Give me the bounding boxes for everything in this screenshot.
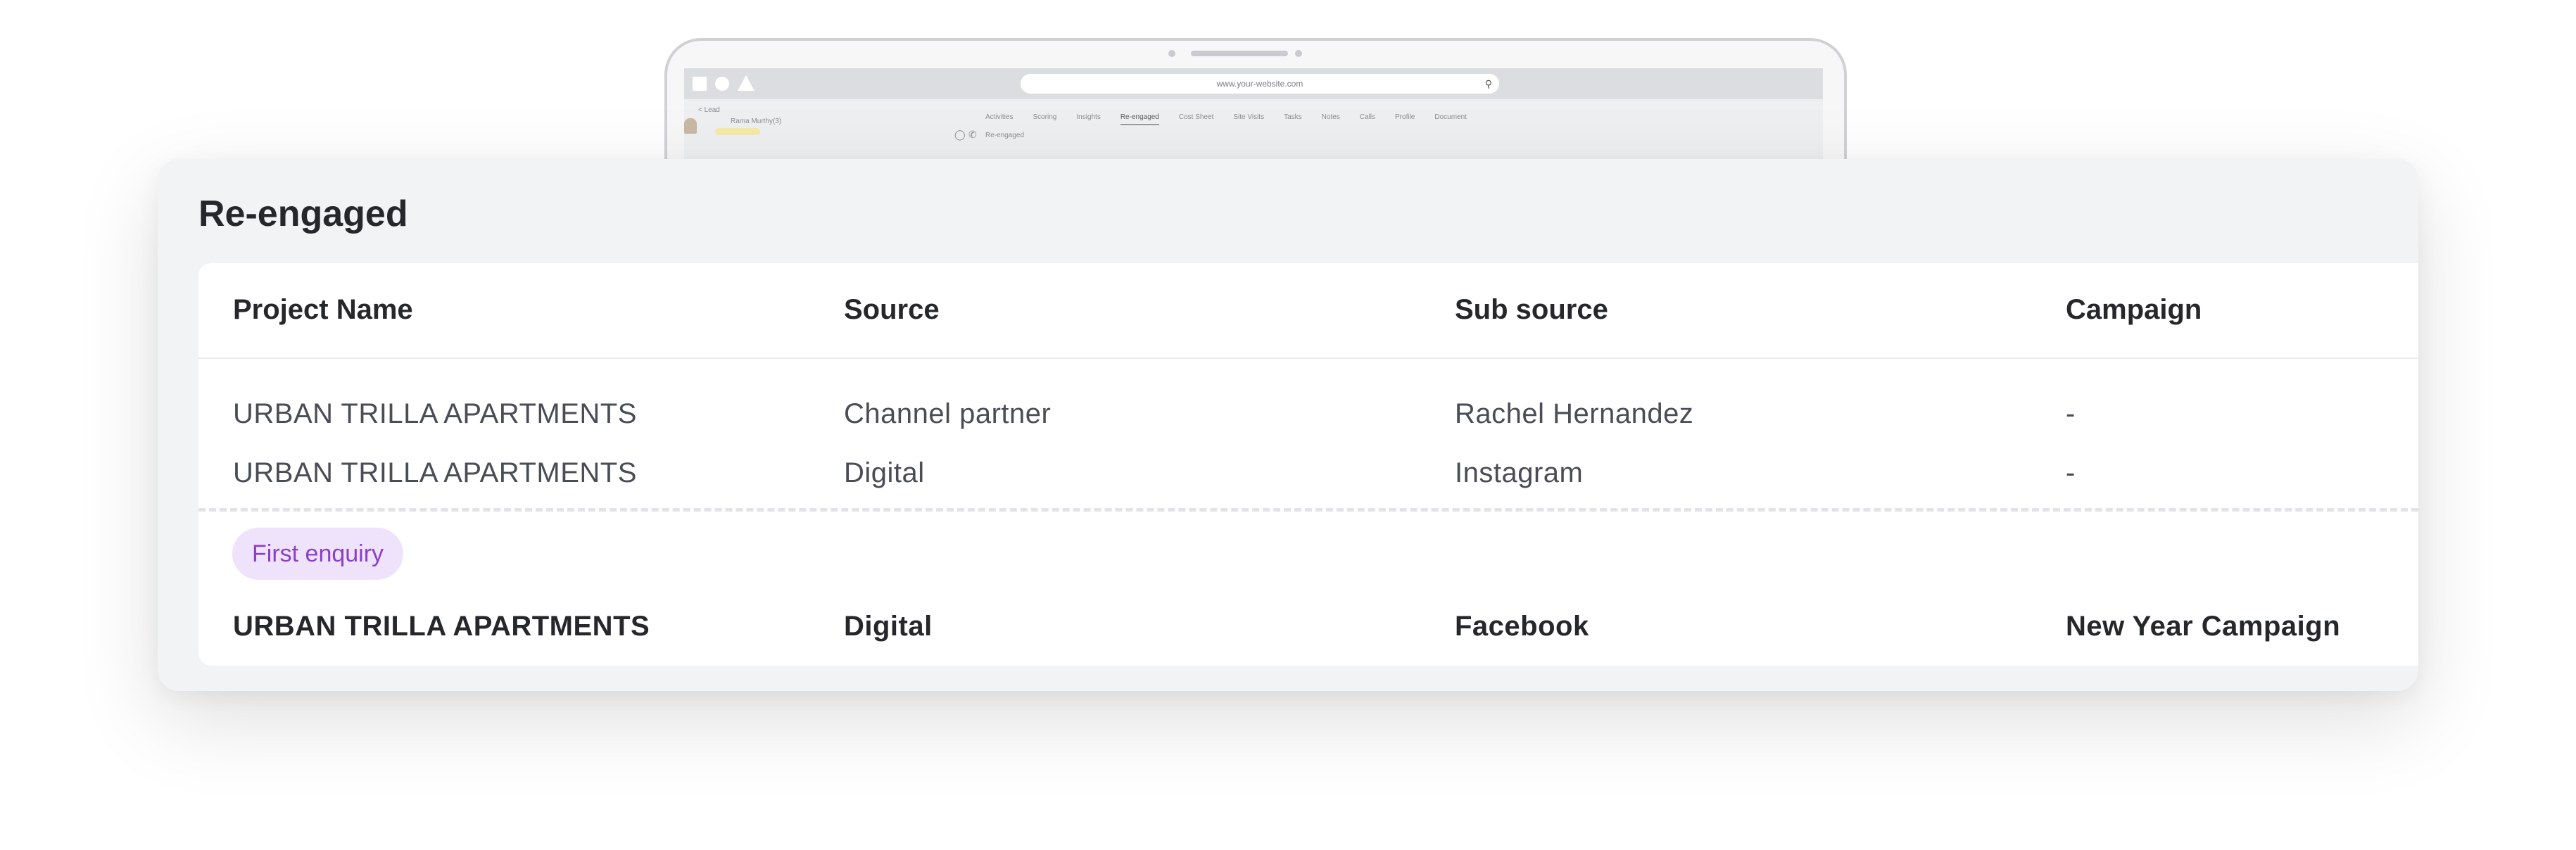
search-icon[interactable]: ⚲ — [1485, 74, 1492, 94]
tab-site-visits[interactable]: Site Visits — [1233, 113, 1264, 125]
tab-document[interactable]: Document — [1434, 113, 1467, 125]
sub-source-cell: Instagram — [1455, 457, 1584, 488]
lead-name: Rama Murthy(3) — [731, 118, 782, 125]
re-engaged-card: Re-engaged Project Name Source Sub sourc… — [158, 159, 2418, 691]
table-row: URBAN TRILLA APARTMENTS Digital Instagra… — [198, 448, 2418, 504]
chat-icon[interactable]: ◯ — [954, 129, 966, 141]
mini-section-label: Re-engaged — [985, 132, 1025, 139]
column-header-project-name: Project Name — [233, 294, 413, 325]
table-row: URBAN TRILLA APARTMENTS Channel partner … — [198, 388, 2418, 445]
window-circle-icon — [715, 77, 729, 91]
column-header-sub-source: Sub source — [1455, 294, 1608, 325]
url-text: www.your-website.com — [1216, 79, 1303, 89]
tab-cost-sheet[interactable]: Cost Sheet — [1179, 113, 1213, 125]
source-cell: Channel partner — [844, 398, 1052, 429]
tab-insights[interactable]: Insights — [1076, 113, 1100, 125]
avatar — [684, 118, 697, 134]
campaign-cell: - — [2066, 398, 2076, 429]
tab-tasks[interactable]: Tasks — [1284, 113, 1302, 125]
mini-tab-bar: Activities Scoring Insights Re-engaged C… — [985, 113, 1467, 125]
sub-source-cell: Facebook — [1455, 611, 1589, 642]
first-enquiry-row: URBAN TRILLA APARTMENTS Digital Facebook… — [198, 601, 2418, 657]
browser-toolbar: www.your-website.com ⚲ — [684, 68, 1823, 99]
window-triangle-icon — [738, 75, 755, 91]
project-name-cell: URBAN TRILLA APARTMENTS — [233, 457, 637, 488]
tab-calls[interactable]: Calls — [1360, 113, 1375, 125]
camera-dot — [1168, 50, 1175, 57]
camera-bar — [1191, 51, 1288, 56]
window-square-icon — [693, 77, 707, 91]
breadcrumb[interactable]: < Lead — [698, 106, 720, 114]
re-engaged-table: Project Name Source Sub source Campaign … — [198, 263, 2418, 666]
card-title: Re-engaged — [198, 194, 408, 234]
tab-activities[interactable]: Activities — [985, 113, 1013, 125]
tab-profile[interactable]: Profile — [1395, 113, 1415, 125]
whatsapp-icon[interactable]: ✆ — [968, 129, 977, 141]
source-cell: Digital — [844, 611, 933, 642]
sub-source-cell: Rachel Hernandez — [1455, 398, 1694, 429]
campaign-cell: New Year Campaign — [2066, 611, 2341, 642]
project-name-cell: URBAN TRILLA APARTMENTS — [233, 611, 650, 642]
tab-re-engaged[interactable]: Re-engaged — [1120, 113, 1159, 125]
address-bar[interactable]: www.your-website.com ⚲ — [1021, 74, 1499, 94]
tab-scoring[interactable]: Scoring — [1033, 113, 1056, 125]
column-header-campaign: Campaign — [2066, 294, 2202, 325]
first-enquiry-badge: First enquiry — [232, 528, 404, 580]
project-name-cell: URBAN TRILLA APARTMENTS — [233, 398, 637, 429]
column-header-source: Source — [844, 294, 940, 325]
source-cell: Digital — [844, 457, 925, 488]
status-badge — [715, 128, 760, 135]
camera-dot — [1295, 50, 1302, 57]
campaign-cell: - — [2066, 457, 2076, 488]
dashed-divider — [198, 508, 2418, 512]
header-divider — [198, 357, 2418, 359]
tab-notes[interactable]: Notes — [1322, 113, 1340, 125]
